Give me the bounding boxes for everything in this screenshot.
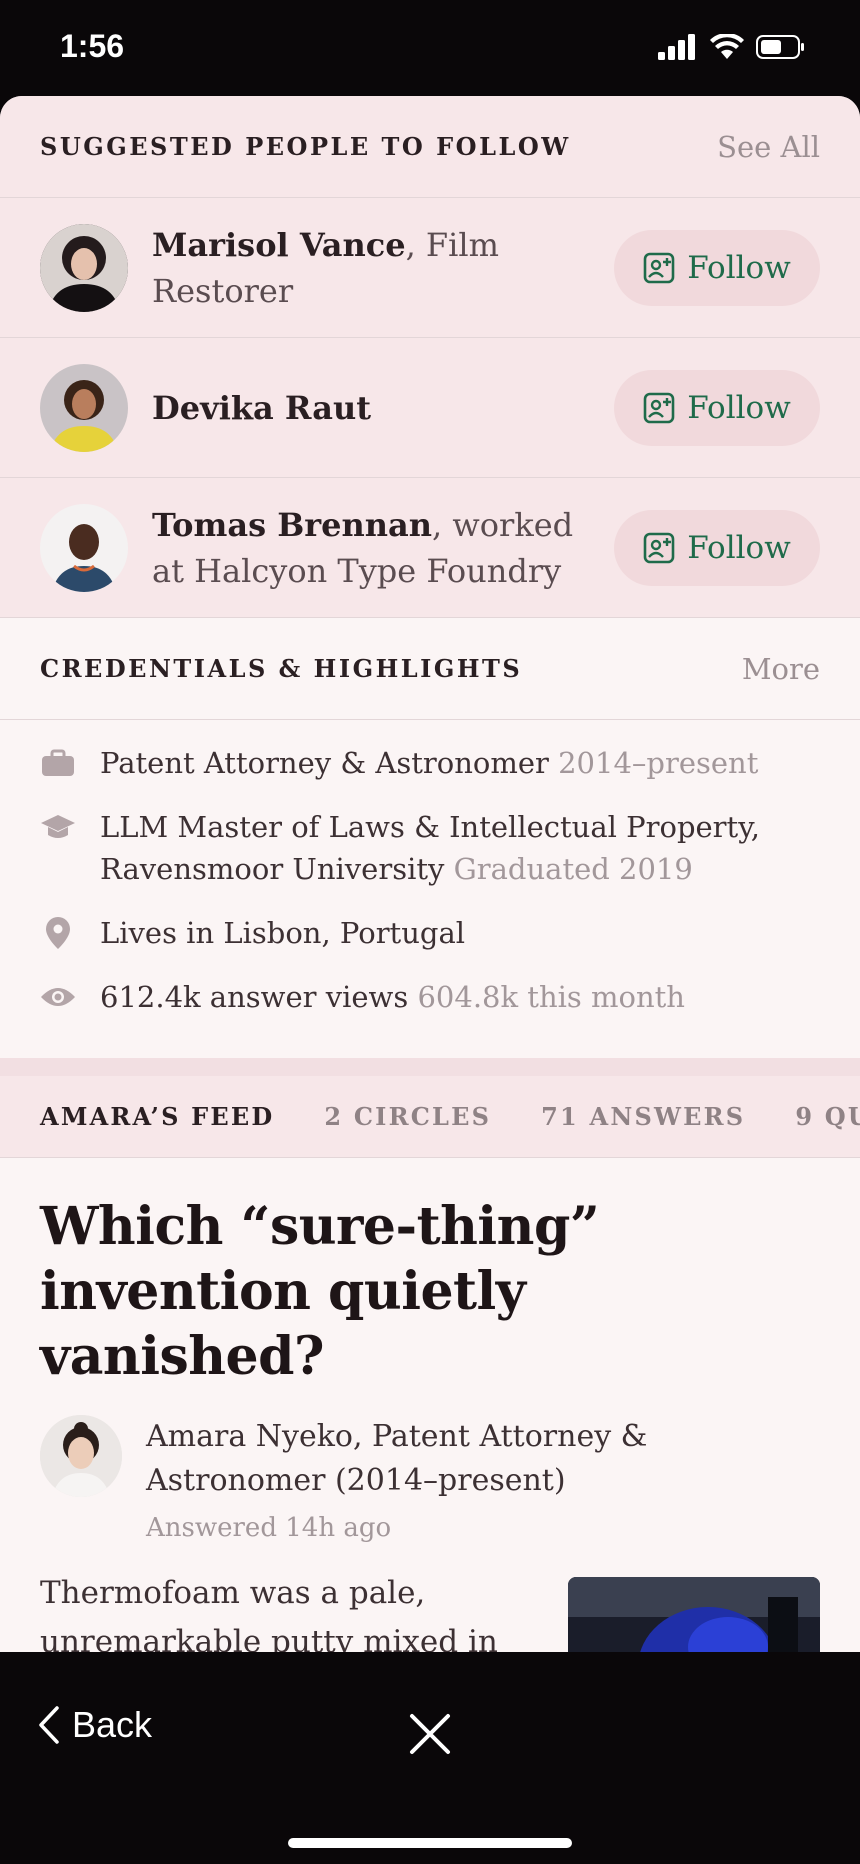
credential-text: Lives in Lisbon, Portugal [100, 916, 466, 950]
avatar-devika [40, 363, 128, 452]
close-icon[interactable] [406, 1710, 454, 1758]
see-all-link[interactable]: See All [717, 130, 820, 164]
credential-muted: Graduated 2019 [453, 852, 693, 886]
chevron-left-icon [39, 1706, 59, 1744]
follow-label: Follow [687, 249, 791, 286]
post-body: Thermofoam was a pale, unremarkable putt… [40, 1569, 820, 1652]
post-image-welder[interactable] [568, 1577, 820, 1652]
credential-views[interactable]: 612.4k answer views 604.8k this month [40, 976, 820, 1018]
credentials-list: Patent Attorney & Astronomer 2014–presen… [0, 720, 860, 1050]
person-name[interactable]: Tomas Brennan [152, 506, 432, 544]
profile-sheet: SUGGESTED PEOPLE TO FOLLOW See All Maris… [0, 96, 860, 1652]
back-label: Back [72, 1704, 153, 1745]
bottom-nav-bar: Back [0, 1652, 860, 1864]
add-person-icon [643, 392, 675, 423]
credentials-section: CREDENTIALS & HIGHLIGHTS More Patent Att… [0, 618, 860, 1050]
tab-feed[interactable]: AMARA’S FEED [40, 1102, 274, 1131]
person-name[interactable]: Devika Raut [152, 389, 371, 427]
follow-label: Follow [687, 389, 791, 426]
eye-icon [40, 976, 76, 1018]
credential-education[interactable]: LLM Master of Laws & Intellectual Proper… [40, 806, 820, 890]
person-text-devika: Devika Raut [152, 385, 614, 431]
follow-label: Follow [687, 529, 791, 566]
location-pin-icon [40, 912, 76, 954]
credential-muted: 2014–present [558, 746, 759, 780]
person-row-devika[interactable]: Devika Raut Follow [0, 338, 860, 478]
cellular-signal-icon [658, 34, 695, 60]
author-avatar[interactable] [40, 1415, 122, 1497]
add-person-icon [643, 252, 675, 283]
suggested-header: SUGGESTED PEOPLE TO FOLLOW See All [0, 96, 860, 198]
credential-text: Patent Attorney & Astronomer [100, 746, 549, 780]
tab-questions[interactable]: 9 QUESTIONS [795, 1102, 860, 1131]
suggested-people-section: SUGGESTED PEOPLE TO FOLLOW See All Maris… [0, 96, 860, 618]
follow-button[interactable]: Follow [614, 369, 820, 446]
status-icons [658, 34, 806, 60]
credential-location[interactable]: Lives in Lisbon, Portugal [40, 912, 820, 954]
section-divider [0, 1058, 860, 1076]
status-bar: 1:56 [0, 0, 860, 96]
person-row-tomas[interactable]: Tomas Brennan, worked at Halcyon Type Fo… [0, 478, 860, 618]
post-body-text[interactable]: Thermofoam was a pale, unremarkable putt… [40, 1569, 568, 1652]
graduation-cap-icon [40, 806, 76, 848]
more-link[interactable]: More [742, 652, 820, 686]
credential-muted: 604.8k this month [417, 980, 685, 1014]
person-name[interactable]: Marisol Vance [152, 226, 406, 264]
credential-employment[interactable]: Patent Attorney & Astronomer 2014–presen… [40, 742, 820, 784]
back-button[interactable]: Back [38, 1704, 152, 1746]
answered-time: Answered 14h ago [146, 1513, 392, 1543]
suggested-title: SUGGESTED PEOPLE TO FOLLOW [40, 132, 571, 161]
credentials-title: CREDENTIALS & HIGHLIGHTS [40, 654, 523, 683]
wifi-icon [710, 34, 744, 59]
tab-answers[interactable]: 71 ANSWERS [541, 1102, 745, 1131]
add-person-icon [643, 532, 675, 563]
credentials-header: CREDENTIALS & HIGHLIGHTS More [0, 618, 860, 720]
feed-tabs: AMARA’S FEED 2 CIRCLES 71 ANSWERS 9 QUES… [0, 1076, 860, 1158]
author-row: Amara Nyeko, Patent Attorney & Astronome… [40, 1415, 820, 1545]
avatar-tomas [40, 503, 128, 592]
briefcase-icon [40, 742, 76, 784]
follow-button[interactable]: Follow [614, 229, 820, 306]
person-text-tomas: Tomas Brennan, worked at Halcyon Type Fo… [152, 502, 614, 594]
post-title[interactable]: Which “sure-thing” invention quietly van… [40, 1194, 820, 1389]
home-indicator [288, 1838, 572, 1848]
person-text-marisol: Marisol Vance, Film Restorer [152, 222, 614, 314]
feed-post: Which “sure-thing” invention quietly van… [0, 1158, 860, 1652]
tab-circles[interactable]: 2 CIRCLES [324, 1102, 491, 1131]
avatar-marisol [40, 223, 128, 312]
credential-text: 612.4k answer views [100, 980, 409, 1014]
follow-button[interactable]: Follow [614, 509, 820, 586]
author-credential[interactable]: Amara Nyeko, Patent Attorney & Astronome… [146, 1415, 820, 1503]
person-row-marisol[interactable]: Marisol Vance, Film Restorer Follow [0, 198, 860, 338]
status-time: 1:56 [60, 28, 125, 64]
battery-icon [756, 35, 804, 59]
